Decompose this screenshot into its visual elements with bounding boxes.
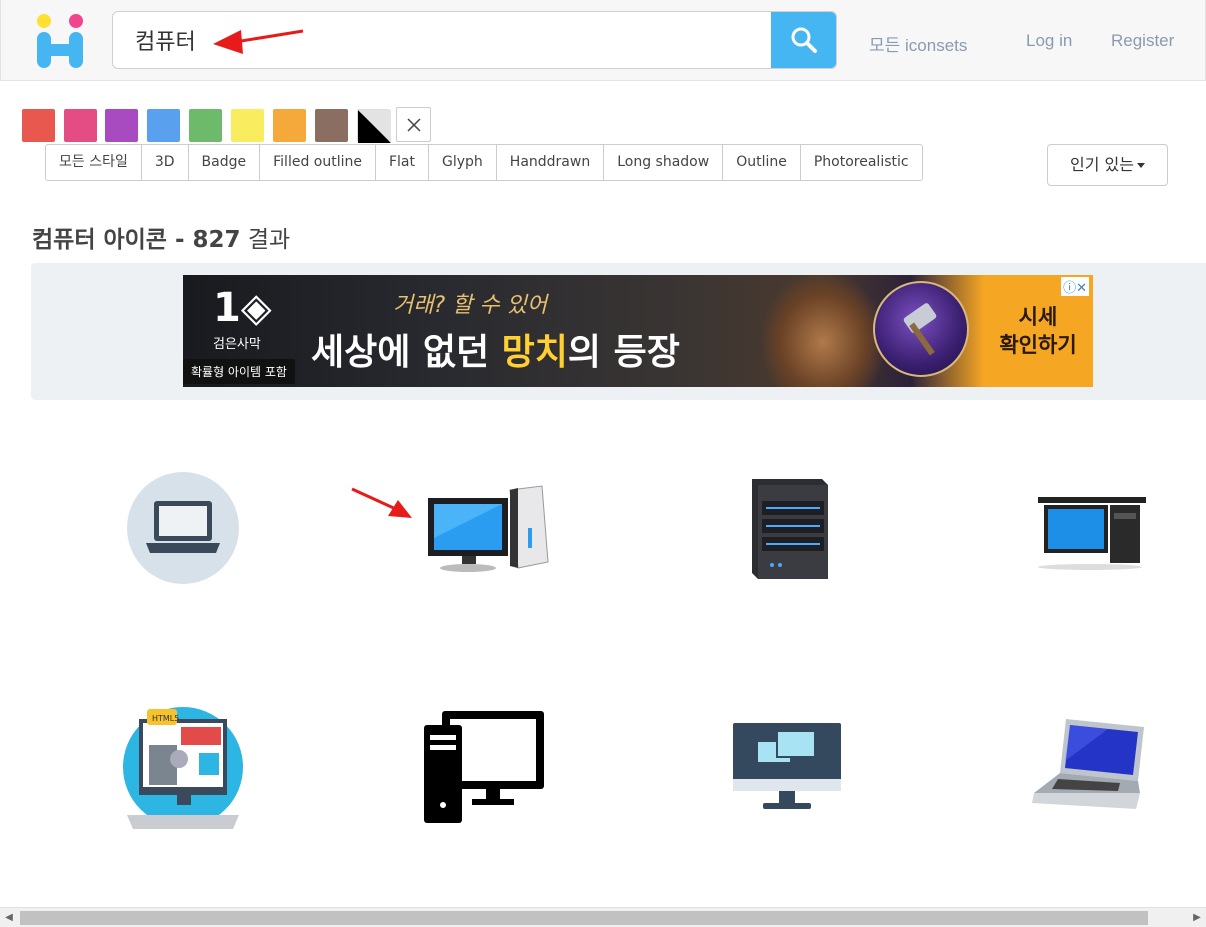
ad-hammer-image — [873, 281, 969, 377]
result-icon-3[interactable] — [707, 463, 867, 593]
ad-cta-line1: 시세 — [1018, 305, 1058, 329]
web-development-computer-icon: HTML5 — [123, 707, 243, 829]
svg-text:HTML5: HTML5 — [152, 714, 179, 723]
server-tower-icon — [752, 478, 828, 579]
ad-headline-post: 의 등장 — [567, 332, 680, 373]
results-suffix: 결과 — [240, 227, 291, 253]
style-filter-item[interactable]: 모든 스타일 — [46, 145, 142, 180]
result-icon-4[interactable]: COMPAQ — [1010, 463, 1170, 593]
color-swatch-4[interactable] — [147, 109, 180, 142]
style-filter-item[interactable]: Filled outline — [260, 145, 376, 180]
ad-container: 1◈ 검은사막 확률형 아이템 포함 거래? 할 수 있어 세상에 없던 망치의… — [31, 263, 1206, 400]
computer-glyph-icon — [424, 711, 544, 823]
scrollbar-thumb[interactable] — [20, 911, 1148, 925]
style-filter-item[interactable]: Handdrawn — [497, 145, 605, 180]
scroll-left-icon[interactable]: ◀ — [0, 908, 18, 927]
color-swatch-1[interactable] — [22, 109, 55, 142]
caret-down-icon — [1136, 163, 1145, 168]
clear-color-button[interactable] — [396, 107, 431, 142]
results-heading: 컴퓨터 아이콘 - 827 결과 — [32, 220, 290, 254]
sort-label: 인기 있는 — [1070, 155, 1134, 174]
style-filter-item[interactable]: Long shadow — [604, 145, 724, 180]
style-filter-item[interactable]: Flat — [376, 145, 429, 180]
result-icon-6[interactable] — [405, 702, 565, 832]
sort-dropdown[interactable]: 인기 있는 — [1047, 144, 1168, 186]
result-icon-2[interactable] — [405, 463, 565, 593]
style-filter: 모든 스타일 3D Badge Filled outline Flat Glyph Hand… — [45, 144, 923, 181]
register-link[interactable]: Register — [1111, 31, 1174, 51]
color-swatch-7[interactable] — [273, 109, 306, 142]
search-box — [112, 11, 837, 69]
desktop-monitor-windows-icon — [733, 723, 841, 809]
ad-info-icon[interactable]: ⓘ✕ — [1061, 277, 1089, 296]
login-link[interactable]: Log in — [1026, 31, 1072, 51]
result-icon-1[interactable] — [103, 463, 263, 593]
svg-text:COMPAQ: COMPAQ — [1044, 488, 1079, 497]
search-input[interactable] — [113, 12, 773, 68]
ad-tag: 확률형 아이템 포함 — [183, 359, 295, 384]
ad-headline-pre: 세상에 없던 — [311, 332, 502, 373]
horizontal-scrollbar[interactable]: ◀ ▶ — [0, 907, 1206, 927]
search-icon — [791, 27, 817, 53]
ad-subheadline: 거래? 할 수 있어 — [393, 293, 548, 318]
color-swatch-5[interactable] — [189, 109, 222, 142]
desktop-computer-icon — [428, 485, 549, 572]
results-separator: - — [166, 227, 193, 253]
ad-character-image — [763, 275, 883, 387]
results-query: 컴퓨터 아이콘 — [32, 227, 167, 253]
color-swatch-3[interactable] — [105, 109, 138, 142]
results-count: 827 — [192, 227, 241, 253]
ad-cta[interactable]: 시세 확인하기 — [983, 303, 1093, 359]
scroll-right-icon[interactable]: ▶ — [1188, 908, 1206, 927]
style-filter-item[interactable]: Outline — [723, 145, 801, 180]
ad-headline-highlight: 망치 — [501, 332, 568, 373]
color-swatch-6[interactable] — [231, 109, 264, 142]
top-header: 모든 iconsets Log in Register — [0, 0, 1206, 81]
color-swatch-8[interactable] — [315, 109, 348, 142]
result-icon-5[interactable]: HTML5 — [103, 702, 263, 832]
page: 모든 iconsets Log in Register 모든 스타일3DBadg… — [0, 0, 1206, 927]
ad-cta-line2: 확인하기 — [999, 333, 1077, 357]
laptop-blue-icon — [1032, 719, 1144, 809]
style-filter-item[interactable]: Photorealistic — [801, 145, 922, 180]
style-filter-item[interactable]: Glyph — [429, 145, 497, 180]
style-filter-item[interactable]: 3D — [142, 145, 189, 180]
site-logo[interactable] — [35, 12, 87, 70]
result-icon-7[interactable] — [707, 702, 867, 832]
color-swatch-2[interactable] — [64, 109, 97, 142]
search-button[interactable] — [771, 12, 836, 68]
ad-banner[interactable]: 1◈ 검은사막 확률형 아이템 포함 거래? 할 수 있어 세상에 없던 망치의… — [183, 275, 1093, 387]
iconsets-link[interactable]: 모든 iconsets — [869, 31, 967, 56]
ad-logo-text: 검은사막 — [213, 337, 261, 352]
compaq-desktop-icon: COMPAQ — [1038, 488, 1146, 570]
ad-logo-icon: 1◈ — [213, 285, 272, 331]
ad-headline: 세상에 없던 망치의 등장 — [311, 323, 680, 375]
color-swatch-bw[interactable] — [357, 109, 391, 143]
laptop-circle-icon — [127, 472, 239, 584]
result-icon-8[interactable] — [1010, 702, 1170, 832]
style-filter-item[interactable]: Badge — [189, 145, 261, 180]
close-icon — [406, 117, 421, 132]
